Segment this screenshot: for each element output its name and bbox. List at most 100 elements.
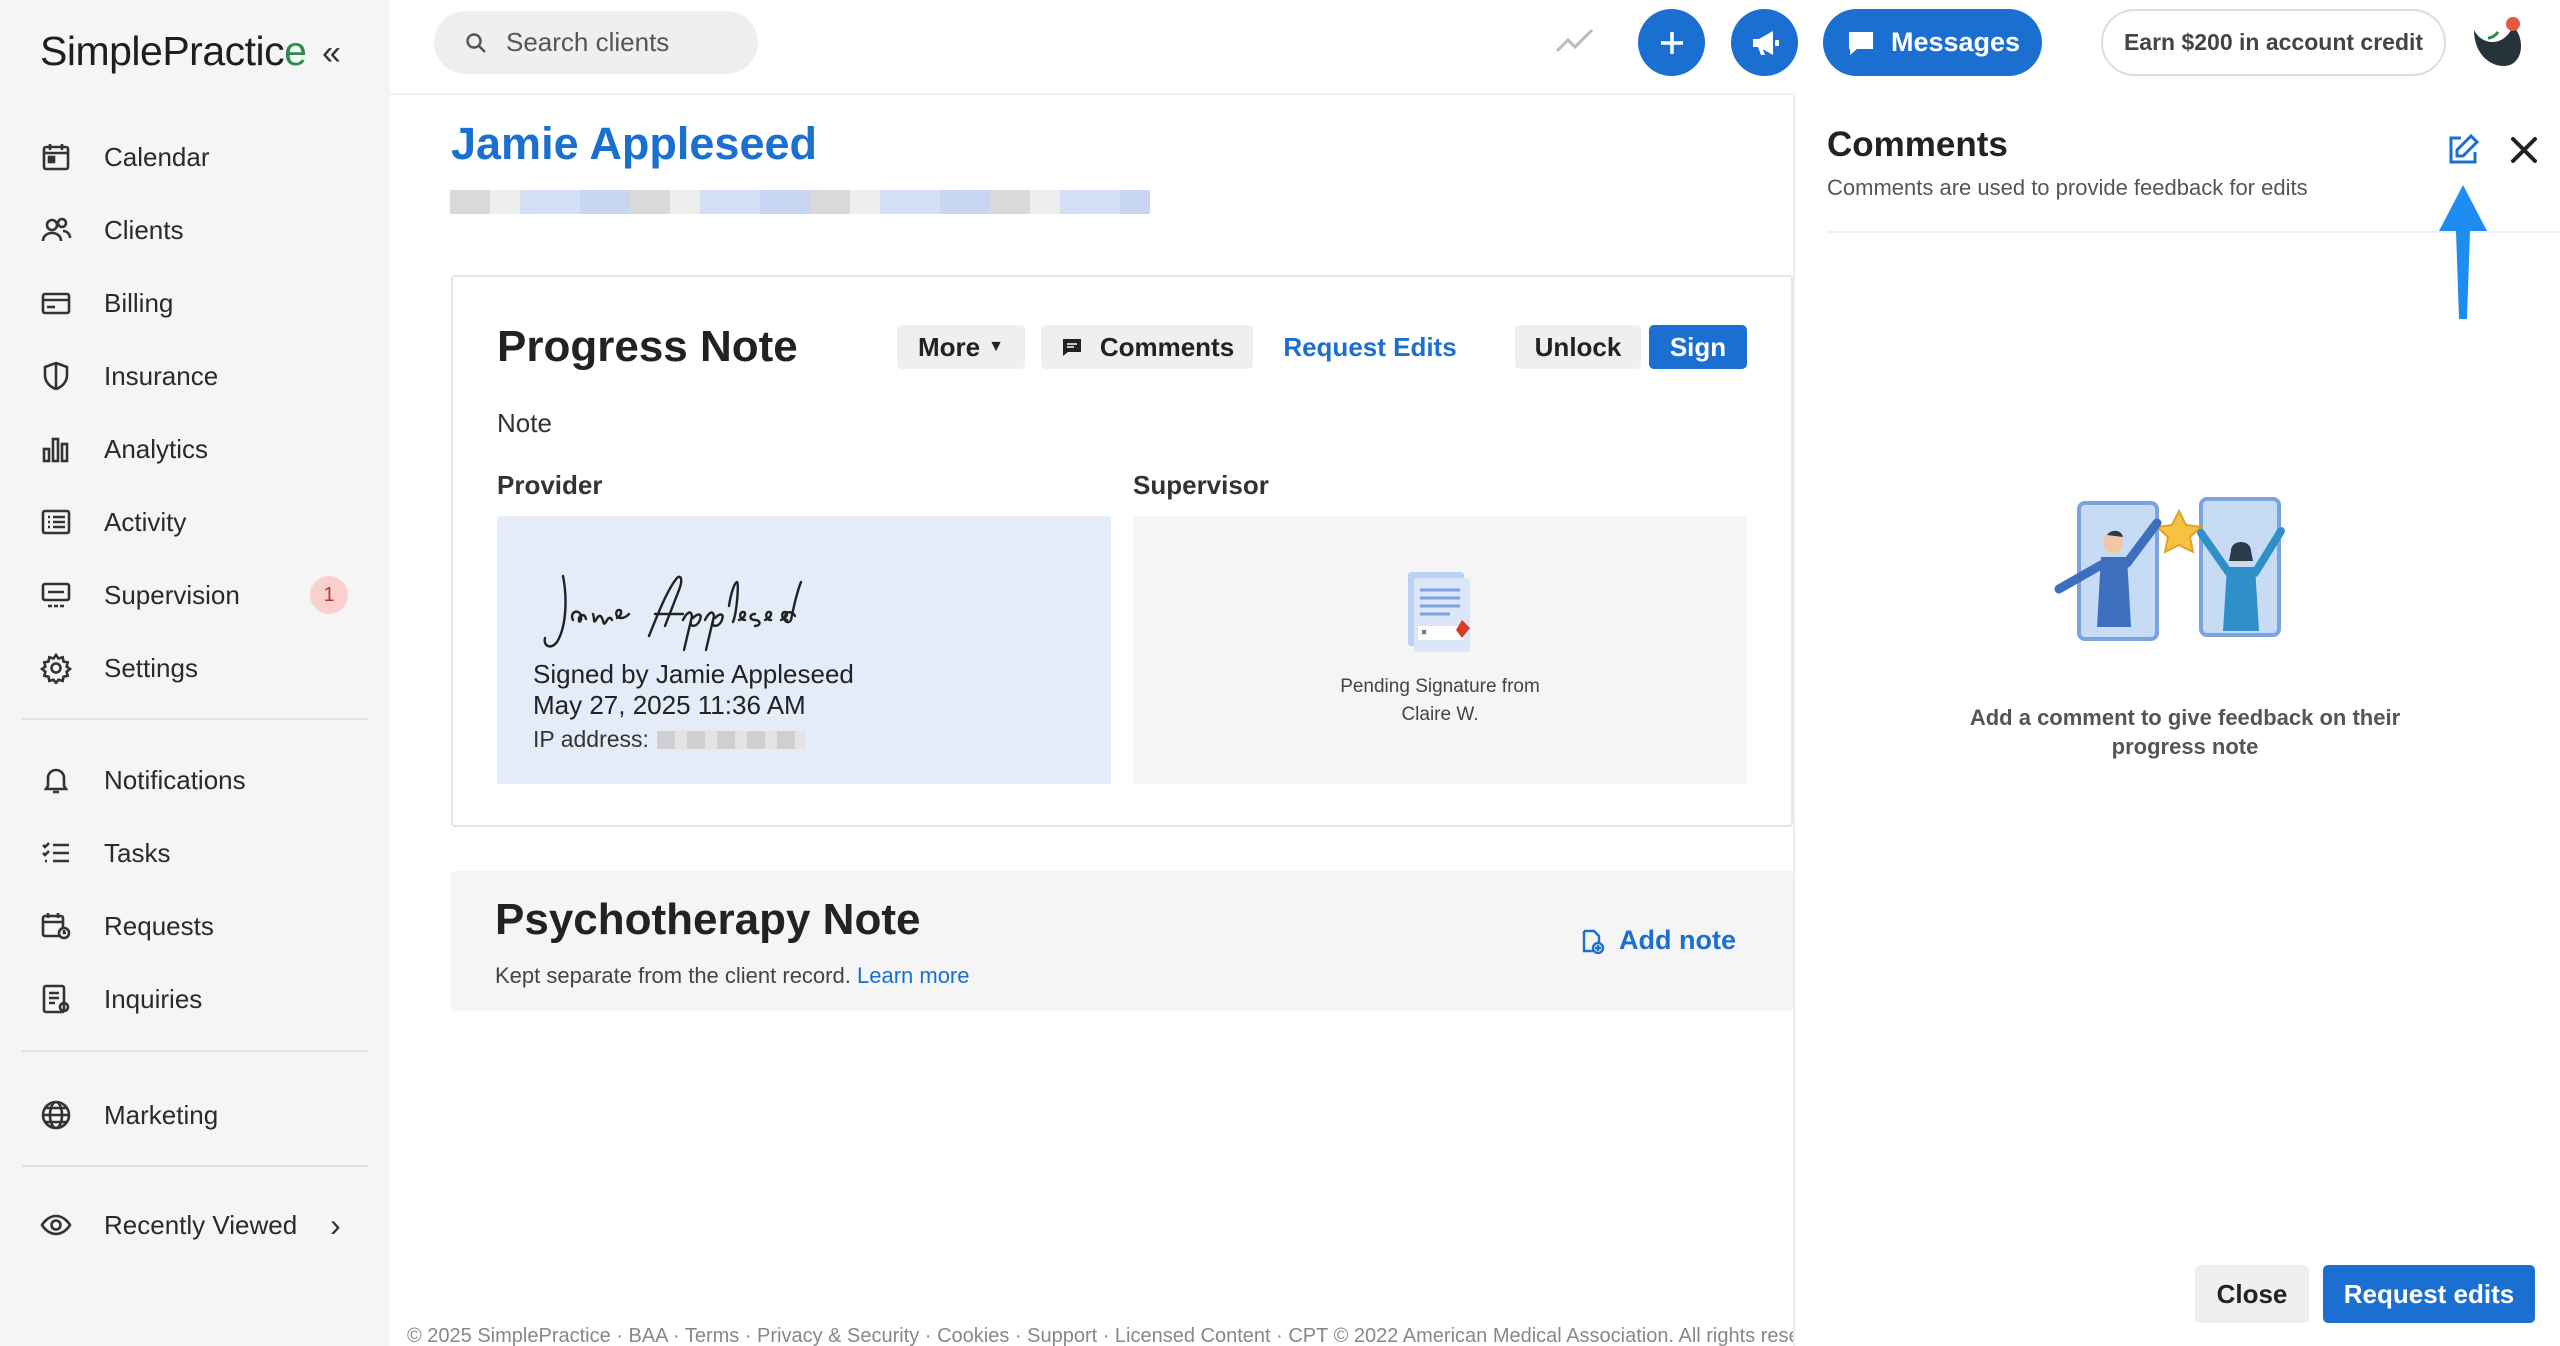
sidebar-item-label: Billing [104,287,174,318]
comments-button[interactable]: Comments [1041,325,1253,369]
client-name[interactable]: Jamie Appleseed [451,118,817,170]
note-label: Note [497,408,552,438]
edit-icon[interactable] [2445,132,2481,168]
chat-icon [1848,31,1873,55]
signature-image [543,574,803,652]
add-button[interactable] [1638,9,1705,76]
progress-note-title: Progress Note [497,322,798,371]
psychotherapy-subtitle-text: Kept separate from the client record. [495,963,851,988]
sidebar-item-supervision[interactable]: Supervision 1 [40,570,360,620]
billing-icon [41,292,71,315]
request-edits-link[interactable]: Request Edits [1275,325,1465,369]
clients-icon [41,217,72,242]
sidebar-item-calendar[interactable]: Calendar [40,132,360,182]
sidebar-item-requests[interactable]: Requests [40,901,360,951]
supervision-icon [41,582,71,608]
messages-label: Messages [1890,27,2021,57]
sidebar-item-label: Inquiries [104,983,203,1014]
tasks-icon [42,842,69,863]
search-placeholder: Search clients [506,27,670,57]
earn-credit-button[interactable]: Earn $200 in account credit [2101,9,2446,76]
shield-icon [43,361,69,391]
pending-signature-text: Pending Signature from Claire W. [1133,673,1747,729]
sidebar: SimplePractice « Calendar Clients Billin… [0,0,390,1346]
trend-icon[interactable] [1555,25,1595,57]
sidebar-item-settings[interactable]: Settings [40,643,360,693]
provider-label: Provider [497,470,603,500]
sidebar-item-label: Analytics [104,433,209,464]
bell-icon [43,768,69,794]
sidebar-item-label: Requests [104,910,214,941]
supervision-badge: 1 [310,576,348,614]
high-five-illustration [2054,497,2285,641]
comment-icon [1062,339,1081,356]
supervisor-signature-box: Pending Signature from Claire W. [1133,516,1747,784]
sidebar-item-label: Calendar [104,141,210,172]
analytics-icon [42,437,69,463]
add-note-label: Add note [1619,925,1736,955]
sidebar-item-tasks[interactable]: Tasks [40,828,360,878]
globe-icon [41,1100,71,1130]
comments-panel-title: Comments [1827,125,2008,164]
sidebar-item-label: Notifications [104,764,246,795]
sidebar-item-label: Marketing [104,1099,219,1130]
sidebar-item-label: Supervision [104,579,240,610]
search-icon [466,32,486,53]
sidebar-item-label: Clients [104,214,184,245]
close-icon[interactable] [2507,133,2541,167]
psychotherapy-note-title: Psychotherapy Note [495,895,921,944]
sidebar-item-label: Recently Viewed [104,1209,298,1240]
sidebar-item-label: Tasks [104,837,171,868]
sidebar-item-inquiries[interactable]: Inquiries [40,974,360,1024]
learn-more-link[interactable]: Learn more [857,963,970,988]
logo[interactable]: SimplePractice [40,28,307,75]
sidebar-item-marketing[interactable]: Marketing [40,1090,360,1140]
more-label: More [918,331,981,362]
sign-button[interactable]: Sign [1649,325,1747,369]
sidebar-item-label: Settings [104,652,198,683]
ip-address-label: IP address: [533,726,649,752]
request-edits-button[interactable]: Request edits [2323,1265,2535,1323]
pending-line-1: Pending Signature from [1340,676,1540,697]
sidebar-divider [22,1050,368,1052]
comments-label: Comments [1099,331,1235,362]
sidebar-item-label: Insurance [104,360,219,391]
psychotherapy-note-subtitle: Kept separate from the client record. Le… [495,963,970,989]
add-note-button[interactable]: Add note [1579,925,1736,956]
psychotherapy-note-card: Psychotherapy Note Kept separate from th… [451,871,1793,1011]
inquiries-icon [42,984,70,1014]
more-dropdown-button[interactable]: More ▼ [897,325,1025,369]
comments-panel-subtitle: Comments are used to provide feedback fo… [1827,175,2308,200]
announcements-button[interactable] [1731,9,1798,76]
plus-icon [1660,31,1683,54]
sidebar-divider [22,1165,368,1167]
chevron-right-icon[interactable]: › [330,1207,341,1244]
empty-line-2: progress note [2111,734,2259,759]
ip-address-row: IP address: [533,726,805,753]
supervisor-label: Supervisor [1133,470,1269,500]
search-input[interactable]: Search clients [434,11,758,74]
unlock-button[interactable]: Unlock [1515,325,1641,369]
sidebar-item-analytics[interactable]: Analytics [40,424,360,474]
sidebar-item-notifications[interactable]: Notifications [40,755,360,805]
comments-panel: Comments Comments are used to provide fe… [1793,93,2560,1346]
collapse-sidebar-icon[interactable]: « [322,34,341,73]
avatar[interactable] [2468,14,2528,72]
signature-details: Signed by Jamie Appleseed May 27, 2025 1… [533,659,854,721]
sidebar-item-label: Activity [104,506,187,537]
sidebar-divider [22,718,368,720]
eye-icon [40,1214,72,1236]
sidebar-item-insurance[interactable]: Insurance [40,351,360,401]
footer: © 2025 SimplePractice · BAA · Terms · Pr… [407,1325,1793,1346]
arrow-annotation-icon [2439,185,2487,319]
sidebar-item-activity[interactable]: Activity [40,497,360,547]
close-button[interactable]: Close [2195,1265,2309,1323]
sidebar-item-billing[interactable]: Billing [40,278,360,328]
pending-line-2: Claire W. [1401,704,1479,725]
empty-line-1: Add a comment to give feedback on their [1969,705,2401,730]
gear-icon [40,652,72,684]
messages-button[interactable]: Messages [1823,9,2042,76]
sidebar-item-clients[interactable]: Clients [40,205,360,255]
sidebar-item-recently-viewed[interactable]: Recently Viewed › [40,1200,360,1250]
provider-signature-box: Signed by Jamie Appleseed May 27, 2025 1… [497,516,1111,784]
